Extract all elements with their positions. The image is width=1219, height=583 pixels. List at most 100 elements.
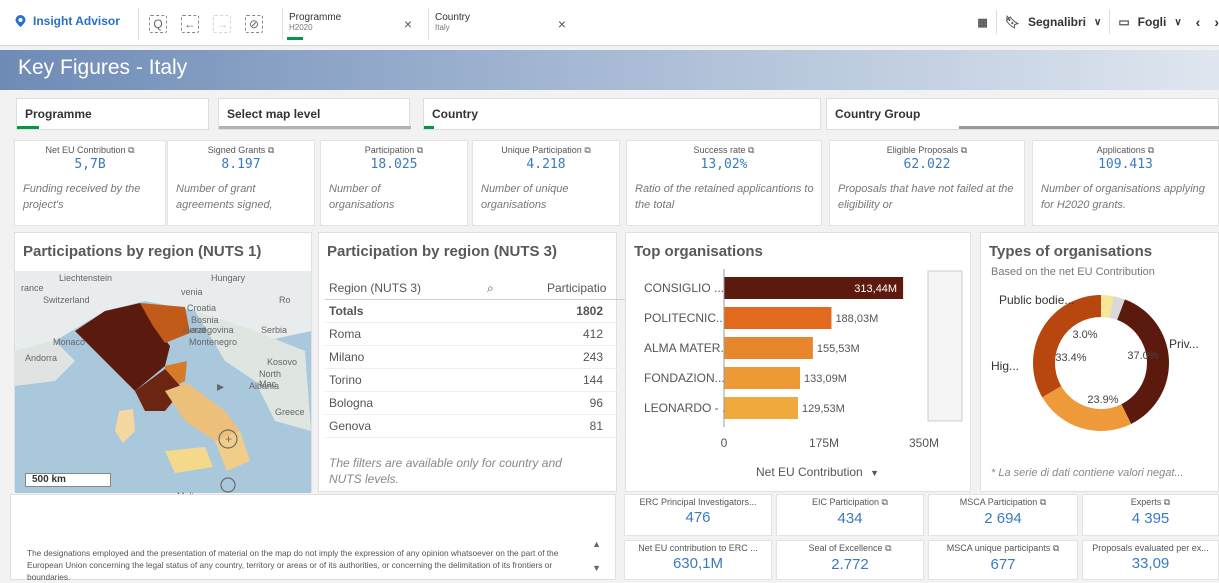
donut-slice[interactable] [1033, 295, 1101, 398]
kpi-value: 18.025 [370, 157, 418, 172]
kpi-proposals-evaluated[interactable]: Proposals evaluated per ex... 33,09 [1082, 540, 1219, 580]
kpi-net-eu-contribution[interactable]: Net EU Contribution ⧉ 5,7B Funding recei… [14, 140, 166, 226]
map-label: rance [21, 283, 44, 293]
kpi-erc-principal-investigators[interactable]: ERC Principal Investigators... 476 [624, 494, 772, 536]
donut-data-label: 3.0% [1072, 329, 1097, 341]
previous-sheet-icon[interactable]: ‹ [1196, 14, 1201, 30]
bookmarks-button[interactable]: Segnalibri [1028, 15, 1086, 29]
chevron-down-icon[interactable]: ∨ [1094, 17, 1101, 28]
close-icon[interactable]: × [404, 16, 412, 32]
filter-programme[interactable]: Programme [16, 98, 209, 130]
kpi-label: MSCA Participation [959, 497, 1038, 507]
bar[interactable] [724, 337, 813, 359]
map-label: Albania [249, 381, 280, 391]
search-icon[interactable]: ⌕ [487, 281, 494, 296]
bar[interactable] [724, 307, 832, 329]
kpi-label: Net EU Contribution [45, 145, 126, 155]
selection-chip-value: Italy [435, 23, 450, 32]
external-link-icon[interactable]: ⧉ [417, 145, 423, 155]
kpi-label: Proposals evaluated per ex... [1092, 543, 1209, 553]
caret-down-icon[interactable]: ▼ [870, 468, 879, 478]
donut-data-label: 37.0% [1127, 350, 1158, 362]
axis-title[interactable]: Net EU Contribution ▼ [756, 465, 879, 479]
donut-label: Public bodie... [999, 293, 1075, 307]
kpi-participation[interactable]: Participation ⧉ 18.025 Number of organis… [320, 140, 468, 226]
panel-title: Types of organisations [989, 243, 1153, 260]
external-link-icon[interactable]: ⧉ [1040, 497, 1046, 507]
scroll-down-icon[interactable]: ▼ [592, 563, 601, 573]
donut-slice[interactable] [1042, 386, 1132, 431]
nuts3-panel: Participation by region (NUTS 3) Region … [318, 232, 625, 492]
bar-category-label: CONSIGLIO ... [644, 281, 724, 295]
kpi-seal-of-excellence[interactable]: Seal of Excellence ⧉ 2.772 [776, 540, 924, 580]
external-link-icon[interactable]: ⧉ [748, 145, 754, 155]
filter-map-level[interactable]: Select map level [218, 98, 411, 130]
top-organisations-panel: Top organisations CONSIGLIO ... 313,44M PO… [625, 232, 971, 492]
table-row[interactable]: Bologna 96 [325, 392, 625, 415]
kpi-eligible-proposals[interactable]: Eligible Proposals ⧉ 62.022 Proposals th… [829, 140, 1025, 226]
chart-scrollbar[interactable] [927, 270, 963, 422]
map-label: Ro [279, 295, 291, 305]
clear-selections-icon[interactable]: ⊘ [245, 15, 263, 33]
bar[interactable] [724, 367, 801, 389]
map-label: Monaco [53, 337, 86, 347]
grid-icon[interactable]: ▦ [977, 16, 987, 29]
bar-data-label: 129,53M [802, 403, 845, 415]
kpi-label: Experts [1130, 497, 1162, 507]
next-sheet-icon[interactable]: › [1214, 14, 1219, 30]
table-row[interactable]: Roma 412 [325, 323, 625, 346]
kpi-label: Eligible Proposals [886, 145, 959, 155]
column-header-region[interactable]: Region (NUTS 3) [329, 281, 421, 295]
scroll-up-icon[interactable]: ▲ [592, 539, 601, 549]
selection-chip-value: H2020 [289, 23, 313, 32]
kpi-signed-grants[interactable]: Signed Grants ⧉ 8.197 Number of grant ag… [167, 140, 315, 226]
kpi-net-eu-contribution-erc[interactable]: Net EU contribution to ERC ... 630,1M [624, 540, 772, 580]
table-row[interactable]: Genova 81 [325, 415, 625, 438]
external-link-icon[interactable]: ⧉ [961, 145, 967, 155]
map-label: Greece [275, 407, 305, 417]
external-link-icon[interactable]: ⧉ [885, 543, 891, 553]
top-organisations-chart[interactable]: CONSIGLIO ... 313,44M POLITECNIC... 188,03M… [628, 269, 968, 489]
kpi-value: 13,02% [700, 157, 748, 172]
insight-advisor-button[interactable]: Insight Advisor [14, 14, 120, 28]
selection-tools: Q ← → ⊘ [138, 8, 263, 40]
region-value: 81 [589, 419, 603, 433]
external-link-icon[interactable]: ⧉ [1164, 497, 1170, 507]
kpi-experts[interactable]: Experts ⧉ 4 395 [1082, 494, 1219, 536]
filter-country[interactable]: Country [423, 98, 821, 130]
region-name: Milano [329, 350, 365, 364]
step-back-icon[interactable]: ← [181, 15, 199, 33]
sheets-button[interactable]: Fogli [1138, 15, 1167, 29]
selection-chip-programme[interactable]: Programme H2020 × [282, 8, 422, 40]
kpi-eic-participation[interactable]: EIC Participation ⧉ 434 [776, 494, 924, 536]
table-row[interactable]: Milano 243 [325, 346, 625, 369]
kpi-msca-participation[interactable]: MSCA Participation ⧉ 2 694 [928, 494, 1078, 536]
types-donut-chart[interactable]: 37.0% 23.9% 33.4% 3.0% [981, 283, 1218, 463]
right-tools: ▦ 🔖︎ Segnalibri ∨ ▭ Fogli ∨ ‹ › [977, 10, 1219, 34]
external-link-icon[interactable]: ⧉ [882, 497, 888, 507]
selection-chip-country[interactable]: Country Italy × [428, 8, 576, 40]
chevron-down-icon[interactable]: ∨ [1174, 17, 1181, 28]
bar[interactable] [724, 397, 799, 419]
column-header-participation[interactable]: Participatio [547, 281, 625, 295]
kpi-applications[interactable]: Applications ⧉ 109.413 Number of organis… [1032, 140, 1219, 226]
footnote: * La serie di dati contiene valori negat… [991, 467, 1184, 479]
smart-search-icon[interactable]: Q [149, 15, 167, 33]
external-link-icon[interactable]: ⧉ [128, 145, 134, 155]
kpi-success-rate[interactable]: Success rate ⧉ 13,02% Ratio of the retai… [626, 140, 822, 226]
kpi-value: 630,1M [672, 555, 724, 572]
kpi-msca-unique-participants[interactable]: MSCA unique participants ⧉ 677 [928, 540, 1078, 580]
region-name: Torino [329, 373, 362, 387]
external-link-icon[interactable]: ⧉ [584, 145, 590, 155]
bookmark-icon[interactable]: 🔖︎ [1005, 15, 1020, 29]
external-link-icon[interactable]: ⧉ [1053, 543, 1059, 553]
table-row[interactable]: Torino 144 [325, 369, 625, 392]
step-forward-icon[interactable]: → [213, 15, 231, 33]
external-link-icon[interactable]: ⧉ [1148, 145, 1154, 155]
external-link-icon[interactable]: ⧉ [268, 145, 274, 155]
kpi-unique-participation[interactable]: Unique Participation ⧉ 4.218 Number of u… [472, 140, 620, 226]
sheets-icon[interactable]: ▭ [1118, 15, 1129, 29]
close-icon[interactable]: × [558, 16, 566, 32]
filter-country-group[interactable]: Country Group [826, 98, 1219, 130]
map-disclaimer: The designations employed and the presen… [27, 548, 559, 582]
